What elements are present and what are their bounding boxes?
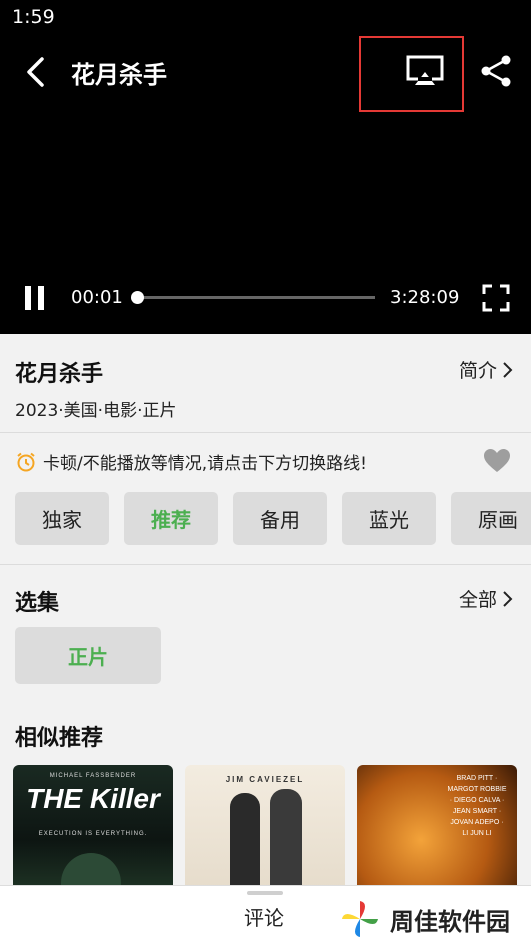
episodes-title: 选集 [15,591,60,616]
poster-card[interactable]: MICHAEL FASSBENDER THE Killer EXECUTION … [13,765,173,890]
pause-icon[interactable] [22,283,48,313]
pinwheel-logo-icon [342,901,378,937]
similar-title: 相似推荐 [15,726,104,751]
notice-text: 卡顿/不能播放等情况,请点击下方切换路线! [43,454,367,474]
all-label: 全部 [458,589,497,611]
intro-link[interactable]: 简介 [459,356,513,383]
back-arrow-icon[interactable] [22,55,52,89]
current-time: 00:01 [71,287,123,308]
movie-meta: 2023·美国·电影·正片 [15,401,177,421]
share-icon[interactable] [479,54,513,88]
poster-figure [270,789,302,890]
cast-icon[interactable] [406,54,444,88]
intro-label: 简介 [458,360,497,382]
movie-name: 花月杀手 [15,362,104,387]
player-title: 花月杀手 [71,61,167,89]
poster-card[interactable]: BRAD PITT · MARGOT ROBBIE · DIEGO CALVA … [357,765,517,890]
chevron-right-icon [503,590,513,607]
drag-handle[interactable] [247,891,283,895]
notice: 卡顿/不能播放等情况,请点击下方切换路线! [15,449,367,474]
alarm-clock-icon [17,452,35,471]
divider [0,432,531,433]
all-episodes-link[interactable]: 全部 [459,585,513,612]
route-button[interactable]: 独家 [15,492,109,545]
chevron-right-icon [503,361,513,378]
status-time: 1:59 [12,6,55,28]
route-button[interactable]: 推荐 [124,492,218,545]
poster-credit: BRAD PITT · MARGOT ROBBIE · DIEGO CALVA … [447,775,507,837]
fullscreen-icon[interactable] [481,283,511,313]
poster-tagline: EXECUTION IS EVERYTHING. [38,831,148,837]
poster-title: THE Killer [26,783,160,814]
progress-bar[interactable] [137,296,375,299]
movie-info: 花月杀手 2023·美国·电影·正片 简介 [0,334,531,432]
watermark-text: 周佳软件园 [390,907,510,936]
progress-knob[interactable] [131,291,144,304]
poster-figure [230,793,260,890]
route-button[interactable]: 原画 [451,492,531,545]
route-button[interactable]: 备用 [233,492,327,545]
route-button[interactable]: 蓝光 [342,492,436,545]
poster-credit: MICHAEL FASSBENDER [49,773,137,779]
poster-card[interactable]: JIM CAVIEZEL [185,765,345,890]
divider [0,564,531,565]
route-selector: 独家 推荐 备用 蓝光 原画 [15,492,531,546]
comment-tab[interactable]: 评论 [244,902,284,931]
favorite-heart-icon[interactable] [483,448,511,474]
poster-credit: JIM CAVIEZEL [225,775,305,784]
duration-time: 3:28:09 [390,287,460,308]
episode-button[interactable]: 正片 [15,627,161,684]
video-player[interactable]: 1:59 花月杀手 00:01 3:28:09 [0,0,531,334]
watermark: 周佳软件园 [332,894,531,944]
